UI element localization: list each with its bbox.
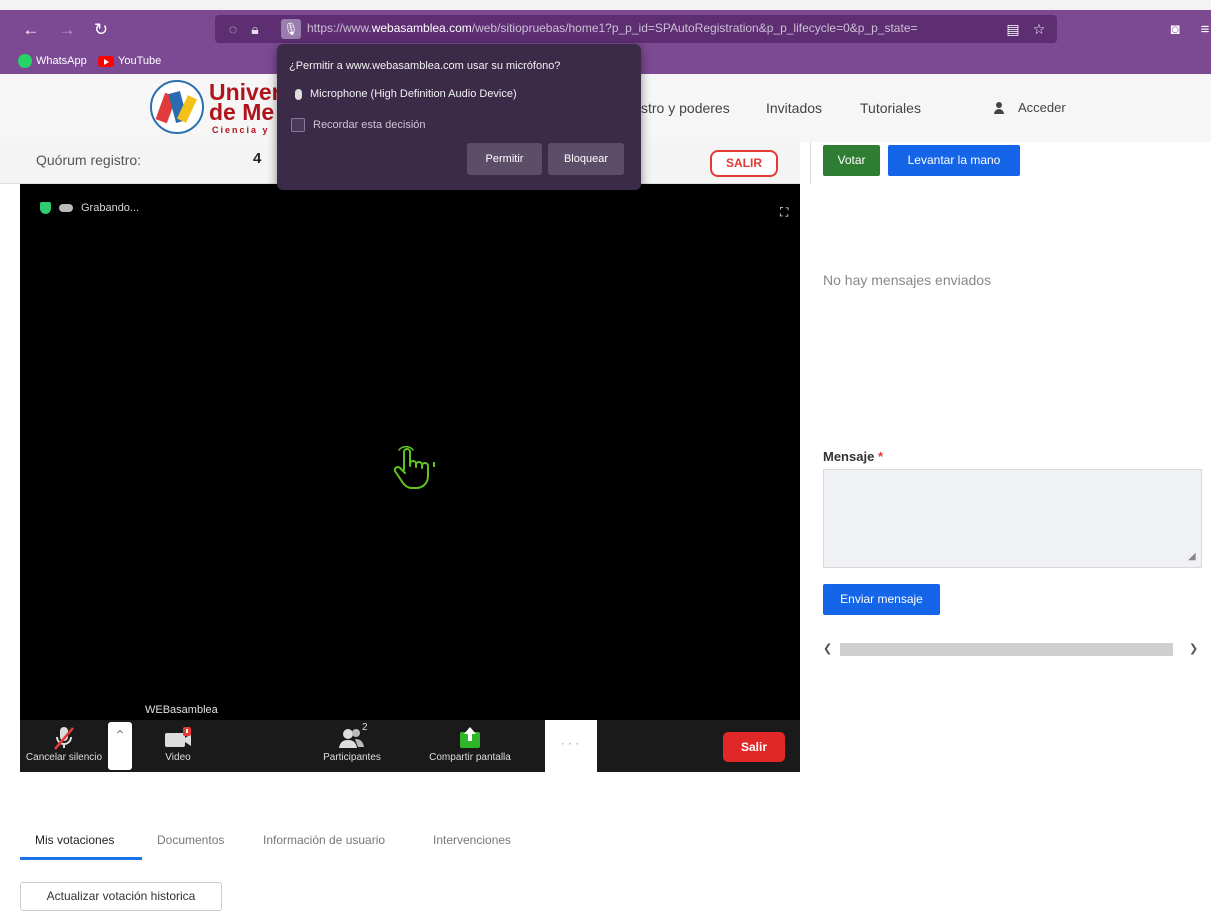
logo-subtext: Ciencia y <box>212 125 270 135</box>
pocket-icon[interactable]: ◙ <box>1164 19 1186 41</box>
scroll-right-icon[interactable]: ❯ <box>1189 641 1203 657</box>
horizontal-scrollbar[interactable]: ❮ ❯ <box>823 641 1203 657</box>
url-text[interactable]: https://www.webasamblea.com/web/sitiopru… <box>307 21 997 35</box>
muted-microphone-icon <box>54 727 74 750</box>
speaker-name: WEBasamblea <box>145 704 218 716</box>
send-message-button[interactable]: Enviar mensaje <box>823 584 940 615</box>
no-messages-text: No hay mensajes enviados <box>823 272 992 288</box>
nav-tutoriales[interactable]: Tutoriales <box>860 100 921 116</box>
participants-count: 2 <box>362 722 368 733</box>
camera-off-icon <box>165 727 191 747</box>
permission-question: ¿Permitir a www.webasamblea.com usar su … <box>289 60 561 72</box>
window-top-strip <box>0 0 1211 10</box>
tracking-shield-icon[interactable]: ◌ <box>223 19 243 39</box>
allow-button[interactable]: Permitir <box>467 143 542 175</box>
message-input[interactable] <box>823 469 1202 568</box>
vote-button[interactable]: Votar <box>823 145 880 176</box>
tab-intervenciones[interactable]: Intervenciones <box>433 822 511 858</box>
quorum-label: Quórum registro: <box>36 152 142 168</box>
youtube-icon <box>98 55 114 67</box>
microphone-icon <box>295 88 302 100</box>
tab-informacion-usuario[interactable]: Información de usuario <box>263 822 385 858</box>
column-divider <box>810 142 811 184</box>
address-bar[interactable]: ◌ 🔒︎ 🎙︎ https://www.webasamblea.com/web/… <box>215 15 1057 43</box>
quorum-value: 4 <box>253 150 262 167</box>
nav-acceder[interactable]: Acceder <box>1018 100 1066 115</box>
active-tab-indicator <box>20 857 142 860</box>
tab-mis-votaciones[interactable]: Mis votaciones <box>35 822 114 858</box>
recording-indicator: Grabando... <box>40 202 139 214</box>
update-voting-history-button[interactable]: Actualizar votación historica <box>20 882 222 911</box>
bookmark-star-icon[interactable]: ☆ <box>1029 19 1049 39</box>
user-icon[interactable] <box>993 102 1005 114</box>
leave-meeting-button[interactable]: Salir <box>723 732 785 762</box>
nav-invitados[interactable]: Invitados <box>766 100 822 116</box>
participants-button[interactable]: 2 Participantes <box>312 722 392 763</box>
more-options-button[interactable]: ··· <box>545 720 597 772</box>
unmute-button[interactable]: Cancelar silencio <box>20 724 108 763</box>
fullscreen-icon[interactable]: ⛶ <box>780 206 792 218</box>
remember-decision-row[interactable]: Recordar esta decisión <box>291 118 426 132</box>
browser-toolbar: ← → ↻ ◌ 🔒︎ 🎙︎ https://www.webasamblea.co… <box>0 10 1211 48</box>
meeting-controls: Cancelar silencio ⌃ Video 2 Participante… <box>20 720 800 772</box>
reader-view-icon[interactable]: ▤ <box>1003 19 1023 39</box>
meeting-video: Grabando... ⛶ WEBasamblea Cancelar silen… <box>20 184 800 772</box>
tab-documentos[interactable]: Documentos <box>157 822 224 858</box>
bookmark-whatsapp[interactable]: WhatsApp <box>18 52 87 70</box>
lock-icon[interactable]: 🔒︎ <box>245 19 265 39</box>
share-screen-icon <box>460 727 480 748</box>
whatsapp-icon <box>18 54 32 68</box>
share-screen-button[interactable]: Compartir pantalla <box>420 724 520 763</box>
reload-icon[interactable]: ↻ <box>90 19 112 41</box>
nav-registro-poderes[interactable]: stro y poderes <box>641 100 730 116</box>
raise-hand-button[interactable]: Levantar la mano <box>888 145 1020 176</box>
menu-icon[interactable]: ≡ <box>1194 19 1211 41</box>
resize-handle-icon[interactable]: ◢ <box>1188 552 1198 562</box>
logo-text[interactable]: Univer de Me <box>209 82 279 122</box>
scrollbar-thumb[interactable] <box>840 643 1173 656</box>
bookmark-youtube[interactable]: YouTube <box>98 52 161 70</box>
message-label: Mensaje * <box>823 449 883 464</box>
remember-decision-checkbox[interactable] <box>291 118 305 132</box>
scroll-left-icon[interactable]: ❮ <box>823 641 837 657</box>
audio-options-chevron-icon[interactable]: ⌃ <box>108 722 132 770</box>
university-logo-icon[interactable] <box>150 80 204 134</box>
video-button[interactable]: Video <box>148 724 208 763</box>
block-button[interactable]: Bloquear <box>548 143 624 175</box>
microphone-permission-icon[interactable]: 🎙︎ <box>281 19 301 39</box>
back-icon[interactable]: ← <box>20 19 42 41</box>
pointer-hand-icon <box>393 445 435 489</box>
security-shield-icon[interactable] <box>40 202 51 214</box>
forward-icon[interactable]: → <box>56 19 78 41</box>
exit-meeting-button[interactable]: SALIR <box>710 150 778 177</box>
microphone-permission-popup: ¿Permitir a www.webasamblea.com usar su … <box>277 44 641 190</box>
required-mark: * <box>877 449 883 464</box>
cloud-recording-icon <box>59 204 73 212</box>
microphone-device-select[interactable]: Microphone (High Definition Audio Device… <box>295 88 517 100</box>
